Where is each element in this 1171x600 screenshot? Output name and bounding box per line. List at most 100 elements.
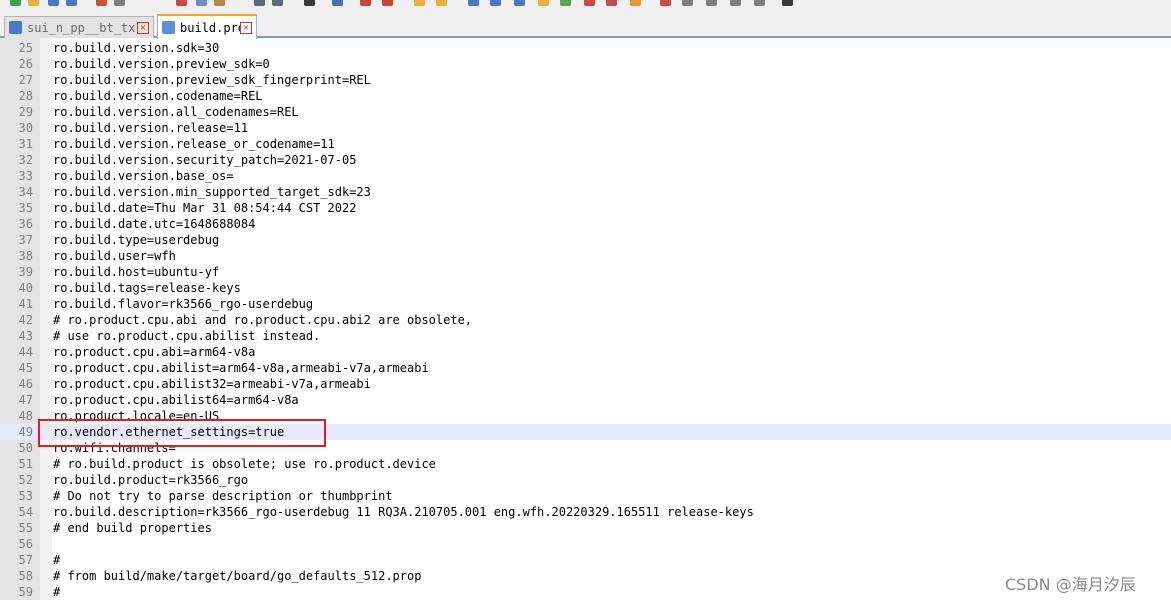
indent-guide-icon[interactable] <box>514 0 525 6</box>
line-text[interactable]: ro.build.date.utc=1648688084 <box>53 216 255 232</box>
spell-check-icon[interactable] <box>782 0 793 6</box>
code-line[interactable]: 33 ro.build.version.base_os= <box>0 168 1171 184</box>
line-text[interactable]: ro.build.version.preview_sdk_fingerprint… <box>53 72 371 88</box>
code-line[interactable]: 32 ro.build.version.security_patch=2021-0… <box>0 152 1171 168</box>
line-text[interactable]: ro.build.version.codename=REL <box>53 88 263 104</box>
zoom-out-icon[interactable] <box>382 0 393 6</box>
line-text[interactable]: # ro.product.cpu.abi and ro.product.cpu.… <box>53 312 472 328</box>
code-line[interactable]: 31 ro.build.version.release_or_codename=1… <box>0 136 1171 152</box>
code-line[interactable]: 28 ro.build.version.codename=REL <box>0 88 1171 104</box>
zoom-in-icon[interactable] <box>360 0 371 6</box>
close-tab-icon[interactable]: ✕ <box>137 21 149 34</box>
close-tab-icon[interactable]: ✕ <box>240 21 252 34</box>
code-line[interactable]: 34 ro.build.version.min_supported_target_… <box>0 184 1171 200</box>
play-macro-icon[interactable] <box>706 0 717 6</box>
code-line[interactable]: 27 ro.build.version.preview_sdk_fingerpri… <box>0 72 1171 88</box>
copy-icon[interactable] <box>196 0 207 6</box>
line-text[interactable]: ro.product.cpu.abi=arm64-v8a <box>53 344 255 360</box>
record-macro-icon[interactable] <box>660 0 671 6</box>
line-text[interactable]: ro.build.version.release_or_codename=11 <box>53 136 335 152</box>
line-text[interactable]: ro.build.version.min_supported_target_sd… <box>53 184 371 200</box>
open-file-icon[interactable] <box>28 0 39 6</box>
undo-icon[interactable] <box>254 0 265 6</box>
tab-build-prop[interactable]: build.prop ✕ <box>157 14 257 39</box>
code-line[interactable]: 51 # ro.build.product is obsolete; use ro… <box>0 456 1171 472</box>
line-text[interactable]: # <box>53 552 60 568</box>
line-text[interactable]: # <box>53 584 60 600</box>
line-text[interactable]: ro.build.date=Thu Mar 31 08:54:44 CST 20… <box>53 200 356 216</box>
line-text[interactable]: # from build/make/target/board/go_defaul… <box>53 568 421 584</box>
save-icon[interactable] <box>48 0 59 6</box>
line-text[interactable]: # Do not try to parse description or thu… <box>53 488 393 504</box>
code-line[interactable]: 36 ro.build.date.utc=1648688084 <box>0 216 1171 232</box>
code-line[interactable]: 54 ro.build.description=rk3566_rgo-userde… <box>0 504 1171 520</box>
line-text[interactable]: # end build properties <box>53 520 212 536</box>
folder-workspace-icon[interactable] <box>606 0 617 6</box>
line-text[interactable]: ro.product.cpu.abilist=arm64-v8a,armeabi… <box>53 360 429 376</box>
sync-horizontal-icon[interactable] <box>436 0 447 6</box>
line-text[interactable]: ro.build.version.all_codenames=REL <box>53 104 299 120</box>
tab-inactive-file[interactable]: sui_n_pp__bt_tx ✕ <box>4 16 154 38</box>
code-line[interactable]: 55 # end build properties <box>0 520 1171 536</box>
line-text[interactable]: # ro.build.product is obsolete; use ro.p… <box>53 456 436 472</box>
line-text[interactable]: ro.build.version.security_patch=2021-07-… <box>53 152 356 168</box>
line-text[interactable]: ro.build.product=rk3566_rgo <box>53 472 248 488</box>
code-line[interactable]: 58 # from build/make/target/board/go_defa… <box>0 568 1171 584</box>
line-text[interactable]: ro.build.version.base_os= <box>53 168 234 184</box>
line-number: 33 <box>18 169 33 183</box>
line-text[interactable]: ro.build.host=ubuntu-yf <box>53 264 219 280</box>
code-line[interactable]: 42 # ro.product.cpu.abi and ro.product.cp… <box>0 312 1171 328</box>
replace-icon[interactable] <box>332 0 343 6</box>
code-line[interactable]: 35 ro.build.date=Thu Mar 31 08:54:44 CST … <box>0 200 1171 216</box>
new-file-icon[interactable] <box>10 0 21 6</box>
monitoring-icon[interactable] <box>630 0 641 6</box>
code-line[interactable]: 52 ro.build.product=rk3566_rgo <box>0 472 1171 488</box>
code-line[interactable]: 57 # <box>0 552 1171 568</box>
function-list-icon[interactable] <box>584 0 595 6</box>
line-text[interactable]: ro.build.type=userdebug <box>53 232 219 248</box>
code-line[interactable]: 37 ro.build.type=userdebug <box>0 232 1171 248</box>
run-macro-icon[interactable] <box>730 0 741 6</box>
word-wrap-icon[interactable] <box>468 0 479 6</box>
code-line[interactable]: 41 ro.build.flavor=rk3566_rgo-userdebug <box>0 296 1171 312</box>
code-line[interactable]: 44 ro.product.cpu.abi=arm64-v8a <box>0 344 1171 360</box>
line-text[interactable]: ro.build.version.sdk=30 <box>53 40 219 56</box>
print-icon[interactable] <box>114 0 125 6</box>
code-line[interactable]: 26 ro.build.version.preview_sdk=0 <box>0 56 1171 72</box>
line-text[interactable]: ro.build.description=rk3566_rgo-userdebu… <box>53 504 754 520</box>
code-line[interactable]: 39 ro.build.host=ubuntu-yf <box>0 264 1171 280</box>
save-macro-icon[interactable] <box>754 0 765 6</box>
redo-icon[interactable] <box>272 0 283 6</box>
line-text[interactable]: ro.product.cpu.abilist32=armeabi-v7a,arm… <box>53 376 371 392</box>
code-line[interactable]: 53 # Do not try to parse description or t… <box>0 488 1171 504</box>
sync-vertical-icon[interactable] <box>414 0 425 6</box>
code-line[interactable]: 56 <box>0 536 1171 552</box>
code-line[interactable]: 40 ro.build.tags=release-keys <box>0 280 1171 296</box>
line-text[interactable]: ro.build.user=wfh <box>53 248 176 264</box>
code-line[interactable]: 29 ro.build.version.all_codenames=REL <box>0 104 1171 120</box>
line-text[interactable]: ro.build.version.preview_sdk=0 <box>53 56 270 72</box>
doc-map-icon[interactable] <box>560 0 571 6</box>
code-line[interactable]: 38 ro.build.user=wfh <box>0 248 1171 264</box>
code-line[interactable]: 59 # <box>0 584 1171 600</box>
line-text[interactable]: ro.build.version.release=11 <box>53 120 248 136</box>
language-icon[interactable] <box>538 0 549 6</box>
stop-macro-icon[interactable] <box>682 0 693 6</box>
cut-icon[interactable] <box>176 0 187 6</box>
editor-pane[interactable]: 25 ro.build.version.sdk=30 26 ro.build.vers… <box>0 38 1171 600</box>
line-text[interactable]: ro.product.cpu.abilist64=arm64-v8a <box>53 392 299 408</box>
show-all-chars-icon[interactable] <box>490 0 501 6</box>
close-file-icon[interactable] <box>96 0 107 6</box>
line-text[interactable]: # use ro.product.cpu.abilist instead. <box>53 328 320 344</box>
code-line[interactable]: 43 # use ro.product.cpu.abilist instead. <box>0 328 1171 344</box>
find-icon[interactable] <box>304 0 315 6</box>
line-text[interactable]: ro.build.tags=release-keys <box>53 280 241 296</box>
code-line[interactable]: 45 ro.product.cpu.abilist=arm64-v8a,armea… <box>0 360 1171 376</box>
code-line[interactable]: 47 ro.product.cpu.abilist64=arm64-v8a <box>0 392 1171 408</box>
code-line[interactable]: 46 ro.product.cpu.abilist32=armeabi-v7a,a… <box>0 376 1171 392</box>
line-text[interactable]: ro.build.flavor=rk3566_rgo-userdebug <box>53 296 313 312</box>
paste-icon[interactable] <box>214 0 225 6</box>
code-line[interactable]: 30 ro.build.version.release=11 <box>0 120 1171 136</box>
save-all-icon[interactable] <box>66 0 77 6</box>
code-line[interactable]: 25 ro.build.version.sdk=30 <box>0 40 1171 56</box>
